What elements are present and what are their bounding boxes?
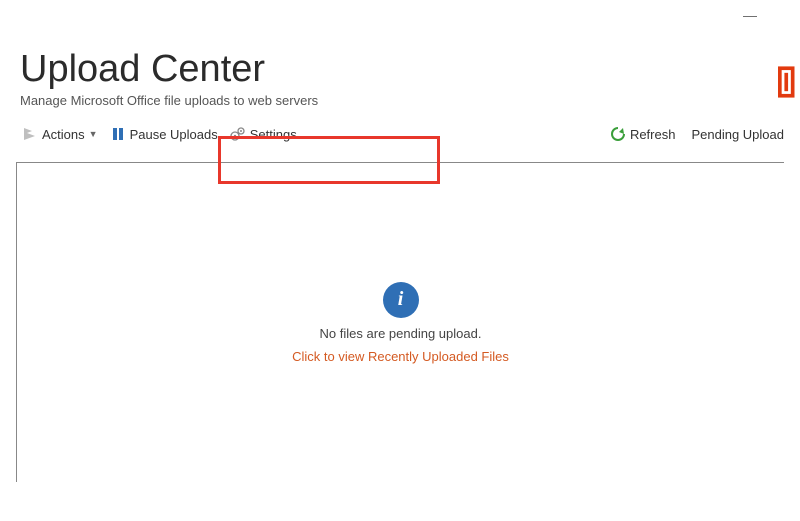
toolbar: Actions ▼ Pause Uploads Settings bbox=[0, 112, 800, 154]
actions-button[interactable]: Actions ▼ bbox=[16, 124, 104, 144]
gear-icon bbox=[230, 126, 246, 142]
refresh-button[interactable]: Refresh bbox=[604, 124, 682, 144]
window-titlebar: — bbox=[0, 0, 800, 30]
page-subtitle: Manage Microsoft Office file uploads to … bbox=[20, 93, 780, 108]
pending-upload-label[interactable]: Pending Upload bbox=[691, 127, 784, 142]
empty-state-message: No files are pending upload. bbox=[320, 326, 482, 341]
actions-label: Actions bbox=[42, 127, 85, 142]
pause-button[interactable]: Pause Uploads bbox=[104, 124, 224, 144]
page-title: Upload Center bbox=[20, 48, 780, 91]
recent-files-link[interactable]: Click to view Recently Uploaded Files bbox=[292, 349, 509, 364]
minimize-button[interactable]: — bbox=[730, 7, 770, 23]
office-logo-icon bbox=[778, 65, 800, 104]
settings-label: Settings bbox=[250, 127, 297, 142]
chevron-down-icon: ▼ bbox=[89, 129, 98, 139]
refresh-icon bbox=[610, 126, 626, 142]
file-list-area: i No files are pending upload. Click to … bbox=[16, 162, 784, 482]
refresh-label: Refresh bbox=[630, 127, 676, 142]
settings-button[interactable]: Settings bbox=[224, 124, 303, 144]
pause-icon bbox=[110, 126, 126, 142]
flag-icon bbox=[22, 126, 38, 142]
pause-label: Pause Uploads bbox=[130, 127, 218, 142]
header: Upload Center Manage Microsoft Office fi… bbox=[0, 30, 800, 112]
info-icon: i bbox=[383, 282, 419, 318]
